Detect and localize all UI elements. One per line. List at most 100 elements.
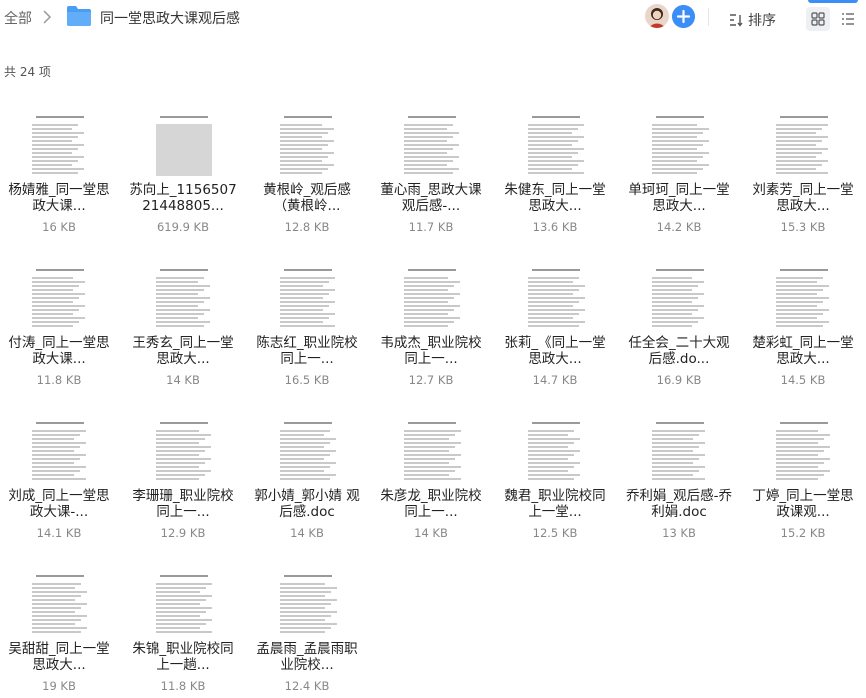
file-name: 乔利娟_观后感-乔利娟.doc (625, 488, 733, 520)
file-size: 16.5 KB (284, 373, 330, 387)
file-size: 11.8 KB (160, 679, 206, 693)
file-size: 12.7 KB (408, 373, 454, 387)
file-item[interactable]: 朱彦龙_职业院校同上一... 14 KB (376, 402, 486, 547)
top-accent-bar (808, 0, 858, 3)
document-thumbnail (522, 416, 590, 484)
chevron-right-icon (43, 10, 52, 24)
file-size: 11.7 KB (408, 220, 454, 234)
sort-icon (730, 14, 743, 27)
file-size: 14 KB (290, 526, 324, 540)
file-item[interactable]: 朱锦_职业院校同上一趟... 11.8 KB (128, 555, 238, 698)
file-size: 14 KB (414, 526, 448, 540)
file-size: 13.6 KB (532, 220, 578, 234)
file-size: 14.2 KB (656, 220, 702, 234)
file-name: 朱彦龙_职业院校同上一... (380, 488, 482, 520)
document-thumbnail (770, 263, 838, 331)
file-name: 郭小婧_郭小婧 观后感.doc (254, 488, 360, 520)
file-size: 14 KB (166, 373, 200, 387)
document-thumbnail (150, 110, 218, 178)
document-thumbnail (26, 110, 94, 178)
breadcrumb-current: 同一堂思政大课观后感 (100, 11, 240, 27)
document-thumbnail (26, 569, 94, 637)
file-item[interactable]: 王秀玄_同上一堂思政大... 14 KB (128, 249, 238, 394)
document-thumbnail (646, 110, 714, 178)
file-item[interactable]: 付涛_同上一堂思政大课... 11.8 KB (4, 249, 114, 394)
file-item[interactable]: 刘成_同上一堂思政大课-... 14.1 KB (4, 402, 114, 547)
file-size: 15.2 KB (780, 526, 826, 540)
file-size: 12.8 KB (284, 220, 330, 234)
file-item[interactable]: 苏向上_115650721448805... 619.9 KB (128, 96, 238, 241)
file-name: 张莉_《同上一堂思政大... (504, 335, 606, 367)
list-view-icon (842, 13, 854, 25)
toolbar-divider (708, 8, 709, 26)
file-item[interactable]: 杨婧雅_同一堂思政大课... 16 KB (4, 96, 114, 241)
file-item[interactable]: 董心雨_思政大课观后感-... 11.7 KB (376, 96, 486, 241)
file-name: 董心雨_思政大课观后感-... (380, 182, 482, 214)
grid-view-button[interactable] (806, 7, 830, 31)
file-name: 刘成_同上一堂思政大课-... (8, 488, 110, 520)
user-avatar-icon (645, 4, 669, 28)
file-item[interactable]: 韦成杰_职业院校同上一... 12.7 KB (376, 249, 486, 394)
file-item[interactable]: 吴甜甜_同上一堂思政大... 19 KB (4, 555, 114, 698)
document-thumbnail (150, 263, 218, 331)
file-name: 魏君_职业院校同上一堂... (504, 488, 606, 520)
file-item[interactable]: 张莉_《同上一堂思政大... 14.7 KB (500, 249, 610, 394)
document-thumbnail (770, 416, 838, 484)
file-item[interactable]: 魏君_职业院校同上一堂... 12.5 KB (500, 402, 610, 547)
file-item[interactable]: 楚彩虹_同上一堂思政大... 14.5 KB (748, 249, 858, 394)
file-item[interactable]: 单珂珂_同上一堂思政大... 14.2 KB (624, 96, 734, 241)
file-size: 16 KB (42, 220, 76, 234)
document-thumbnail (398, 416, 466, 484)
file-item[interactable]: 朱健东_同上一堂思政大... 13.6 KB (500, 96, 610, 241)
file-item[interactable]: 孟晨雨_孟晨雨职业院校... 12.4 KB (252, 555, 362, 698)
file-name: 单珂珂_同上一堂思政大... (628, 182, 730, 214)
folder-icon (67, 6, 91, 26)
document-thumbnail (770, 110, 838, 178)
document-thumbnail (150, 569, 218, 637)
file-name: 朱健东_同上一堂思政大... (504, 182, 606, 214)
document-thumbnail (150, 416, 218, 484)
file-size: 12.5 KB (532, 526, 578, 540)
avatar[interactable] (645, 4, 669, 28)
file-item[interactable]: 乔利娟_观后感-乔利娟.doc 13 KB (624, 402, 734, 547)
document-thumbnail (274, 263, 342, 331)
plus-circle-icon[interactable] (672, 5, 695, 28)
file-item[interactable]: 黄根岭_观后感（黄根岭... 12.8 KB (252, 96, 362, 241)
document-thumbnail (274, 569, 342, 637)
document-thumbnail (26, 416, 94, 484)
list-view-button[interactable] (836, 7, 860, 31)
document-thumbnail (646, 416, 714, 484)
file-name: 李珊珊_职业院校同上一... (132, 488, 234, 520)
file-item[interactable]: 丁婷_同上一堂思政课观... 15.2 KB (748, 402, 858, 547)
grid-view-icon (811, 12, 825, 26)
document-thumbnail (398, 263, 466, 331)
file-item[interactable]: 郭小婧_郭小婧 观后感.doc 14 KB (252, 402, 362, 547)
document-thumbnail (274, 416, 342, 484)
file-name: 杨婧雅_同一堂思政大课... (8, 182, 110, 214)
breadcrumb-root[interactable]: 全部 (4, 8, 32, 28)
sort-button[interactable]: 排序 (728, 10, 776, 30)
file-name: 陈志红_职业院校同上一... (256, 335, 358, 367)
file-name: 朱锦_职业院校同上一趟... (132, 641, 234, 673)
file-size: 11.8 KB (36, 373, 82, 387)
file-item[interactable]: 陈志红_职业院校同上一... 16.5 KB (252, 249, 362, 394)
file-name: 孟晨雨_孟晨雨职业院校... (256, 641, 358, 673)
document-thumbnail (26, 263, 94, 331)
file-size: 14.5 KB (780, 373, 826, 387)
document-thumbnail (522, 110, 590, 178)
top-bar: 全部 同一堂思政大课观后感 排序 (0, 0, 866, 36)
document-thumbnail (646, 263, 714, 331)
file-name: 楚彩虹_同上一堂思政大... (752, 335, 854, 367)
file-size: 13 KB (662, 526, 696, 540)
file-item[interactable]: 刘素芳_同上一堂思政大... 15.3 KB (748, 96, 858, 241)
file-name: 韦成杰_职业院校同上一... (380, 335, 482, 367)
file-name: 任全会_二十大观后感.do... (628, 335, 730, 367)
file-name: 吴甜甜_同上一堂思政大... (8, 641, 110, 673)
file-name: 王秀玄_同上一堂思政大... (132, 335, 234, 367)
file-item[interactable]: 任全会_二十大观后感.do... 16.9 KB (624, 249, 734, 394)
file-name: 付涛_同上一堂思政大课... (8, 335, 110, 367)
file-size: 19 KB (42, 679, 76, 693)
file-size: 12.4 KB (284, 679, 330, 693)
document-thumbnail (274, 110, 342, 178)
file-item[interactable]: 李珊珊_职业院校同上一... 12.9 KB (128, 402, 238, 547)
